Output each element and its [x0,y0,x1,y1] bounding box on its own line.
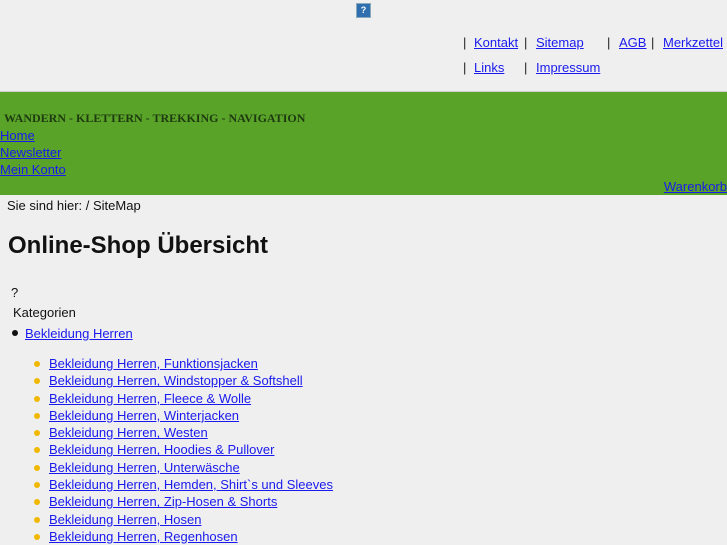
list-item: Bekleidung Herren, Funktionsjacken [30,355,333,372]
bullet-icon [34,533,40,540]
categories-label: Kategorien [13,305,76,320]
list-item: Bekleidung Herren, Winterjacken [30,407,333,424]
nav-newsletter[interactable]: Newsletter [0,144,61,161]
separator: | [463,35,467,50]
subcategory-link[interactable]: Bekleidung Herren, Hoodies & Pullover [49,442,274,457]
nav-mein-konto[interactable]: Mein Konto [0,161,66,178]
separator: | [524,60,528,75]
link-agb[interactable]: AGB [619,35,646,50]
bullet-icon [34,516,40,523]
separator: | [463,60,467,75]
subcategory-link[interactable]: Bekleidung Herren, Fleece & Wolle [49,391,251,406]
separator: | [651,35,655,50]
bullet-icon [34,395,40,402]
list-item: Bekleidung Herren, Windstopper & Softshe… [30,372,333,389]
page-title: Online-Shop Übersicht [8,232,269,259]
subcategory-link[interactable]: Bekleidung Herren, Regenhosen [49,529,238,544]
subcategory-link[interactable]: Bekleidung Herren, Hemden, Shirt`s und S… [49,477,333,492]
bullet-icon [34,464,40,471]
list-item: Bekleidung Herren, Unterwäsche [30,459,333,476]
link-kontakt[interactable]: Kontakt [474,35,518,50]
subcategory-link[interactable]: Bekleidung Herren, Hosen [49,512,201,527]
link-sitemap[interactable]: Sitemap [536,35,584,50]
list-item: Bekleidung Herren, Fleece & Wolle [30,390,333,407]
list-item: Bekleidung Herren, Hemden, Shirt`s und S… [30,476,333,493]
nav-home[interactable]: Home [0,127,35,144]
list-item: Bekleidung Herren, Zip-Hosen & Shorts [30,493,333,510]
list-item: Bekleidung Herren, Hoodies & Pullover [30,441,333,458]
tagline: WANDERN - KLETTERN - TREKKING - NAVIGATI… [4,111,306,125]
bullet-icon [34,482,40,489]
subcategory-link[interactable]: Bekleidung Herren, Westen [49,425,208,440]
link-links[interactable]: Links [474,60,504,75]
bullet-icon [34,412,40,419]
link-merkzettel[interactable]: Merkzettel [663,35,723,50]
subcategory-link[interactable]: Bekleidung Herren, Funktionsjacken [49,356,258,371]
category-link[interactable]: Bekleidung Herren [25,326,133,341]
bullet-icon [34,378,40,385]
bullet-icon [34,430,40,437]
subcategory-link[interactable]: Bekleidung Herren, Windstopper & Softshe… [49,373,303,388]
link-impressum[interactable]: Impressum [536,60,600,75]
subcategory-link[interactable]: Bekleidung Herren, Zip-Hosen & Shorts [49,494,277,509]
breadcrumb: Sie sind hier: / SiteMap [7,198,141,213]
list-item: Bekleidung Herren, Hosen [30,511,333,528]
cart-link[interactable]: Warenkorb [664,179,727,194]
bullet-icon [34,499,40,506]
subcategory-list: Bekleidung Herren, Funktionsjacken Beklei… [30,355,333,545]
bullet-icon [34,447,40,454]
list-item: Bekleidung Herren, Westen [30,424,333,441]
subcategory-link[interactable]: Bekleidung Herren, Winterjacken [49,408,239,423]
unknown-glyph: ? [11,285,19,300]
list-item: Bekleidung Herren, Regenhosen [30,528,333,545]
bullet-icon [12,330,18,336]
separator: | [524,35,528,50]
broken-image-icon: ? [356,3,371,18]
banner: WANDERN - KLETTERN - TREKKING - NAVIGATI… [0,91,727,195]
bullet-icon [34,361,40,367]
subcategory-link[interactable]: Bekleidung Herren, Unterwäsche [49,460,240,475]
separator: | [607,35,611,50]
